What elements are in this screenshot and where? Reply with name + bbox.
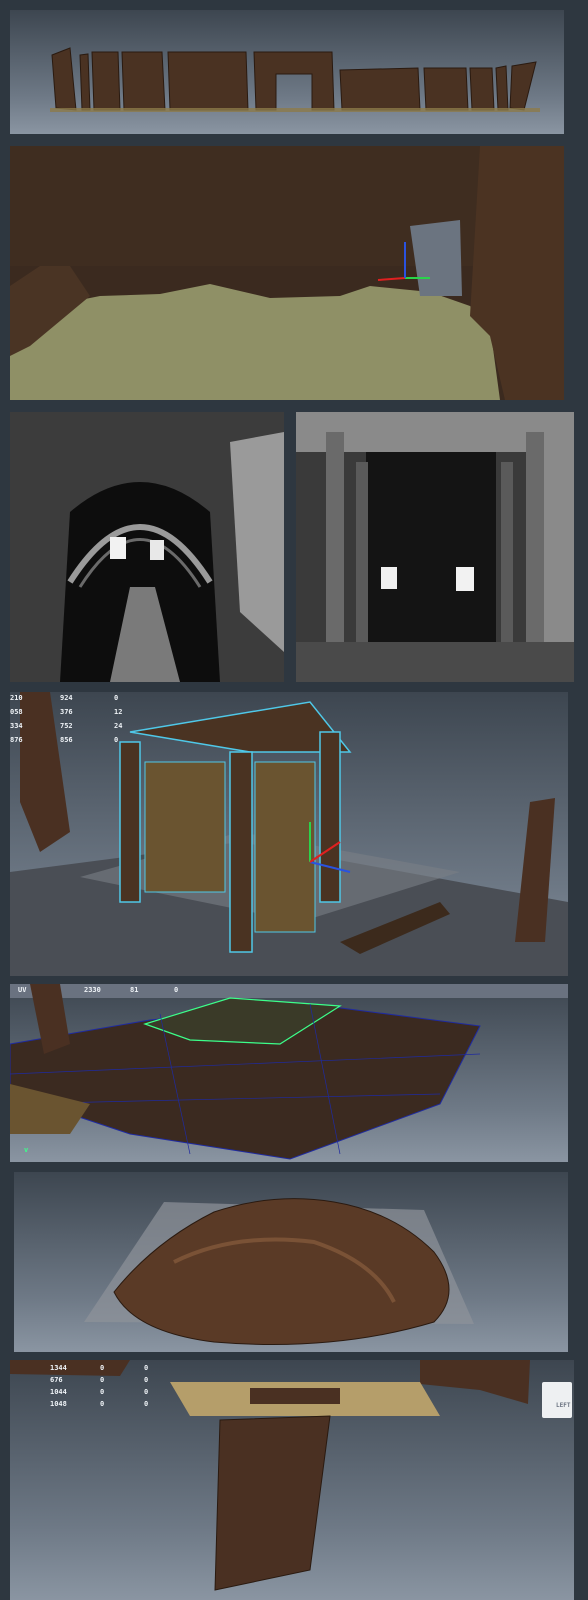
ceiling-kit-panel [10, 10, 564, 134]
cave-viewport-panel [10, 146, 564, 400]
ceiling-kit-illustration [50, 47, 540, 112]
reference-photo-timber [296, 412, 574, 682]
cave-viewport-illustration [10, 146, 564, 400]
timber-photo-illustration [296, 412, 574, 682]
tunnel-photo-illustration [10, 412, 284, 682]
support-frame-viewport: 210 924 0 058 376 12 334 752 24 876 856 … [10, 692, 568, 976]
shaft-viewport: 1344 0 0 676 0 0 1044 0 0 1048 0 0 LEFT [10, 1360, 574, 1600]
poly-stats: 210 924 0 058 376 12 334 752 24 876 856 … [10, 694, 123, 744]
uv-stats: UV 2330 81 0 [18, 986, 179, 994]
rubble-illustration [84, 1198, 474, 1345]
shaft-stats: 1344 0 0 676 0 0 1044 0 0 1048 0 0 [50, 1364, 149, 1408]
rubble-viewport [14, 1172, 568, 1352]
reference-photo-tunnel [10, 412, 284, 682]
uv-floor-viewport: UV 2330 81 0 v [10, 984, 568, 1162]
uv-floor-illustration [10, 984, 568, 1160]
